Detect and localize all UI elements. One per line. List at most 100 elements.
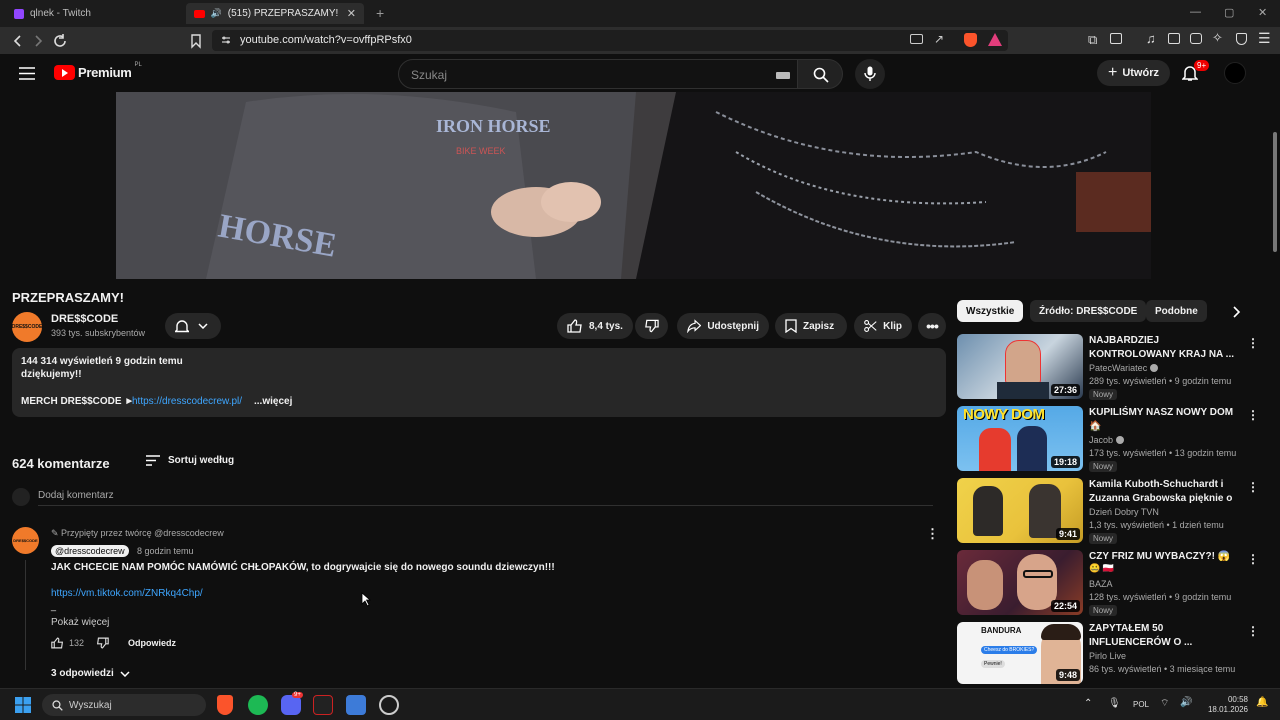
minimize-icon[interactable]: — (1190, 6, 1201, 18)
address-bar[interactable]: youtube.com/watch?v=ovffpRPsfx0 ↗ (212, 30, 1008, 51)
reply-button[interactable]: Odpowiedz (128, 638, 176, 648)
comment-author[interactable]: @dresscodecrew (51, 545, 129, 557)
video-options-icon[interactable]: ⋮ (1247, 480, 1259, 494)
wallet-icon[interactable] (1110, 33, 1122, 44)
recommended-video[interactable]: 9:41 Kamila Kuboth-Schuchardt i Zuzanna … (957, 478, 1259, 544)
spotify-icon[interactable] (248, 695, 268, 715)
media-icon[interactable]: ♫ (1146, 31, 1156, 46)
chip-source[interactable]: Źródło: DRE$$CODE (1030, 300, 1147, 322)
merch-link[interactable]: https://dresscodecrew.pl/ (132, 396, 242, 407)
close-tab-icon[interactable]: ✕ (347, 7, 356, 20)
recommended-video[interactable]: NOWY DOM 19:18 KUPILIŚMY NASZ NOWY DOM 🏠… (957, 406, 1259, 472)
forward-icon[interactable] (30, 33, 46, 49)
save-button[interactable]: Zapisz (775, 313, 847, 339)
cast-icon[interactable] (910, 34, 923, 44)
search-input[interactable]: Szukaj (398, 59, 798, 89)
system-clock[interactable]: 00:58 18.01.2026 (1203, 695, 1248, 715)
comment-link[interactable]: https://vm.tiktok.com/ZNRkq4Chp/ (51, 588, 203, 599)
create-button[interactable]: + Utwórz (1097, 60, 1170, 86)
channel-avatar[interactable]: DRE$$CODE (12, 312, 42, 342)
taskbar-search-box[interactable]: Wyszukaj (42, 694, 206, 716)
recommended-video[interactable]: BANDURA Cheesz do BROKIES? Pewnie! 9:48 … (957, 622, 1259, 684)
wallet2-icon[interactable] (1190, 33, 1202, 44)
video-thumbnail[interactable]: 27:36 (957, 334, 1083, 399)
video-thumbnail[interactable]: 22:54 (957, 550, 1083, 615)
video-options-icon[interactable]: ⋮ (1247, 408, 1259, 422)
wifi-icon[interactable]: ⌔ (1160, 697, 1169, 710)
like-button[interactable]: 8,4 tys. (557, 313, 633, 339)
logo-country: PL (134, 62, 142, 68)
more-actions-button[interactable]: ••• (918, 313, 946, 339)
video-options-icon[interactable]: ⋮ (1247, 336, 1259, 350)
back-icon[interactable] (10, 33, 26, 49)
discord-icon[interactable] (281, 695, 301, 715)
page-scrollbar[interactable] (1270, 92, 1280, 692)
voice-search-button[interactable] (855, 59, 885, 89)
recommended-video[interactable]: 22:54 CZY FRIZ MU WYBACZY?! 😱 🤐 🇵🇱 BAZA … (957, 550, 1259, 616)
site-settings-icon[interactable] (220, 34, 232, 46)
bookmark-icon[interactable] (188, 33, 204, 49)
search-button[interactable] (797, 59, 843, 89)
reload-icon[interactable] (52, 33, 68, 49)
brave-rewards-icon[interactable] (988, 33, 1002, 46)
share-button[interactable]: Udostępnij (677, 313, 769, 339)
leo-ai-icon[interactable]: ✧ (1212, 30, 1223, 46)
show-more-description[interactable]: ...więcej (254, 396, 292, 407)
account-avatar[interactable] (1224, 62, 1246, 84)
sidebar-toggle-icon[interactable] (1168, 33, 1180, 44)
video-thumbnail[interactable]: NOWY DOM 19:18 (957, 406, 1083, 471)
new-tab-button[interactable]: + (376, 5, 384, 21)
add-comment-input[interactable]: Dodaj komentarz (38, 490, 114, 501)
comment-time[interactable]: 8 godzin temu (137, 546, 194, 556)
recommended-video[interactable]: 27:36 NAJBARDZIEJ KONTROLOWANY KRAJ NA .… (957, 334, 1259, 400)
thumbnail-answer: Pewnie! (981, 660, 1005, 668)
brave-browser-icon[interactable] (217, 695, 233, 715)
menu-icon[interactable]: ☰ (1258, 30, 1271, 47)
comment-like-icon[interactable] (51, 637, 64, 649)
hamburger-menu-icon[interactable] (19, 67, 35, 80)
windows-start-icon[interactable] (15, 697, 31, 713)
speaker-icon[interactable]: 🔊 (211, 8, 222, 19)
comment-options-icon[interactable]: ⋮ (926, 526, 939, 542)
extensions-icon[interactable]: ⧉ (1088, 32, 1097, 48)
chevron-right-icon[interactable] (1233, 306, 1241, 318)
comment-dislike-icon[interactable] (96, 637, 109, 649)
app-window-icon[interactable] (346, 695, 366, 715)
tray-mic-icon[interactable]: 🎙 (1108, 698, 1121, 709)
share-page-icon[interactable]: ↗ (934, 32, 944, 46)
input-language[interactable]: POL (1133, 700, 1149, 709)
youtube-premium-logo[interactable]: Premium PL (54, 62, 142, 80)
dislike-button[interactable] (635, 313, 668, 339)
tab-twitch[interactable]: qlnek - Twitch (6, 3, 182, 24)
video-title: PRZEPRASZAMY! (12, 290, 124, 305)
keyboard-icon[interactable] (776, 72, 790, 79)
app-settings-icon[interactable] (379, 695, 399, 715)
video-options-icon[interactable]: ⋮ (1247, 624, 1259, 638)
notifications-center-icon[interactable]: 🔔 (1256, 697, 1268, 708)
show-more-comment[interactable]: Pokaż więcej (51, 617, 109, 628)
video-player[interactable]: IRON HORSE BIKE WEEK HORSE (116, 92, 1151, 279)
subscription-notifications-button[interactable] (165, 313, 221, 339)
volume-icon[interactable]: 🔊 (1180, 697, 1192, 708)
replies-label: 3 odpowiedzi (51, 668, 114, 679)
view-replies-button[interactable]: 3 odpowiedzi (51, 668, 130, 679)
windows-taskbar: Wyszukaj 9+ ⌃ 🎙 POL ⌔ 🔊 00:58 18.01.2026… (0, 688, 1280, 720)
close-window-icon[interactable]: ✕ (1258, 6, 1267, 19)
app-x-icon[interactable] (313, 695, 333, 715)
brave-shield-icon[interactable] (964, 33, 977, 47)
tray-expand-icon[interactable]: ⌃ (1084, 698, 1092, 709)
video-options-icon[interactable]: ⋮ (1247, 552, 1259, 566)
maximize-icon[interactable]: ▢ (1224, 6, 1234, 19)
video-thumbnail[interactable]: 9:41 (957, 478, 1083, 543)
chip-related[interactable]: Podobne (1146, 300, 1207, 322)
youtube-header: Premium PL Szukaj + Utwórz 9+ (0, 54, 1280, 92)
video-thumbnail[interactable]: BANDURA Cheesz do BROKIES? Pewnie! 9:48 (957, 622, 1083, 684)
tab-youtube[interactable]: 🔊 (515) PRZEPRASZAMY! - YouT ✕ (186, 3, 364, 24)
clip-button[interactable]: Klip (854, 313, 912, 339)
sort-comments-button[interactable]: Sortuj według (146, 455, 234, 466)
chip-all[interactable]: Wszystkie (957, 300, 1024, 322)
channel-name[interactable]: DRE$$CODE (51, 313, 118, 325)
video-description[interactable]: 144 314 wyświetleń 9 godzin temu dziękuj… (12, 348, 946, 417)
vpn-shield-icon[interactable] (1236, 33, 1247, 45)
comment-author-avatar[interactable]: DRE$$CODE (12, 527, 39, 554)
